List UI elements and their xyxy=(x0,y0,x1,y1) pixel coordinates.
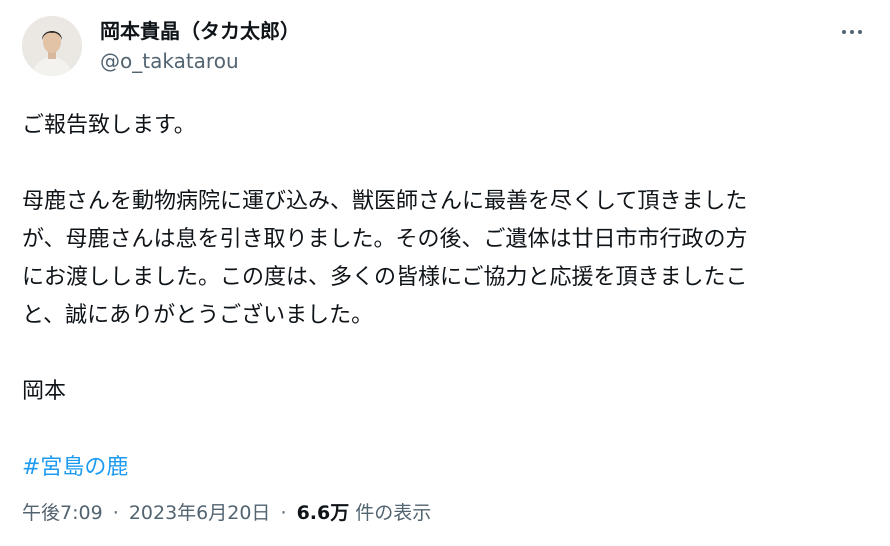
ellipsis-icon xyxy=(842,30,846,34)
ellipsis-icon xyxy=(858,30,862,34)
meta-separator: · xyxy=(112,502,119,524)
tweet-line-blank xyxy=(22,411,872,449)
meta-separator: · xyxy=(280,502,287,524)
ellipsis-icon xyxy=(850,30,854,34)
tweet-line: が、母鹿さんは息を引き取りました。その後、ご遺体は廿日市市行政の方 xyxy=(22,227,748,252)
tweet-meta: 午後7:09 · 2023年6月20日 · 6.6万 件の表示 xyxy=(22,499,431,527)
tweet-time[interactable]: 午後7:09 xyxy=(22,502,103,524)
profile-photo-icon xyxy=(22,16,82,76)
more-options-button[interactable] xyxy=(832,16,872,48)
avatar[interactable] xyxy=(22,16,82,76)
tweet-line: ご報告致します。 xyxy=(22,113,196,138)
hashtag-link[interactable]: #宮島の鹿 xyxy=(22,455,128,480)
tweet-line: 母鹿さんを動物病院に運び込み、獣医師さんに最善を尽くして頂きました xyxy=(22,189,748,214)
tweet-date[interactable]: 2023年6月20日 xyxy=(129,502,271,524)
views-count[interactable]: 6.6万 xyxy=(297,502,350,524)
tweet-line: 岡本 xyxy=(22,379,67,404)
author-name[interactable]: 岡本貴晶（タカ太郎） xyxy=(100,17,300,45)
tweet-line: と、誠にありがとうございました。 xyxy=(22,303,374,328)
author-handle[interactable]: @o_takatarou xyxy=(100,47,239,75)
tweet-line: にお渡ししました。この度は、多くの皆様にご協力と応援を頂きましたこ xyxy=(22,265,748,290)
tweet-line-blank xyxy=(22,145,872,183)
tweet-line-blank xyxy=(22,335,872,373)
tweet-text: ご報告致します。 母鹿さんを動物病院に運び込み、獣医師さんに最善を尽くして頂きま… xyxy=(22,107,872,487)
tweet-card: 岡本貴晶（タカ太郎） @o_takatarou ご報告致します。 母鹿さんを動物… xyxy=(0,0,890,546)
views-label: 件の表示 xyxy=(355,502,432,524)
